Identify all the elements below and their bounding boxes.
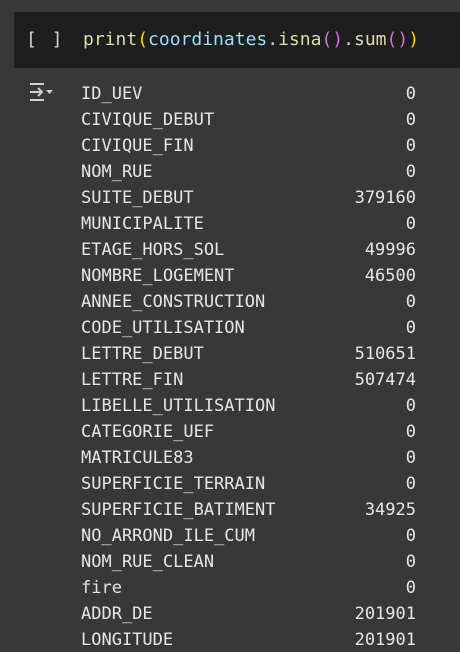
output-row: CATEGORIE_UEF 0 xyxy=(81,419,416,445)
code-token-paren: ) xyxy=(408,29,420,50)
code-token-call: () xyxy=(386,29,409,50)
output-collapse-icon[interactable] xyxy=(28,80,54,104)
run-cell-button[interactable]: [ ] xyxy=(26,28,65,52)
output-row: SUPERFICIE_BATIMENT 34925 xyxy=(81,497,416,523)
output-row: MUNICIPALITE 0 xyxy=(81,211,416,237)
null-count: 0 xyxy=(405,396,416,416)
output-series: ID_UEV 0 CIVIQUE_DEBUT 0 CIVIQUE_FIN 0 NOM_RUE… xyxy=(81,81,416,652)
null-count: 201901 xyxy=(354,604,416,624)
output-row: CIVIQUE_DEBUT 0 xyxy=(81,107,416,133)
output-row: CIVIQUE_FIN 0 xyxy=(81,133,416,159)
output-row: ID_UEV 0 xyxy=(81,81,416,107)
column-name: ETAGE_HORS_SOL xyxy=(81,240,225,260)
code-cell[interactable]: [ ] print(coordinates.isna().sum()) xyxy=(14,12,460,68)
null-count: 0 xyxy=(405,552,416,572)
null-count: 0 xyxy=(405,318,416,338)
column-name: SUITE_DEBUT xyxy=(81,188,194,208)
null-count: 0 xyxy=(405,526,416,546)
column-name: fire xyxy=(81,578,122,598)
null-count: 0 xyxy=(405,214,416,234)
output-row: LETTRE_FIN 507474 xyxy=(81,367,416,393)
column-name: SUPERFICIE_BATIMENT xyxy=(81,500,276,520)
column-name: NOMBRE_LOGEMENT xyxy=(81,266,235,286)
column-name: CIVIQUE_FIN xyxy=(81,136,194,156)
column-name: ID_UEV xyxy=(81,84,143,104)
null-count: 379160 xyxy=(354,188,416,208)
column-name: LONGITUDE xyxy=(81,630,174,650)
null-count: 0 xyxy=(405,162,416,182)
column-name: CIVIQUE_DEBUT xyxy=(81,110,215,130)
null-count: 0 xyxy=(405,84,416,104)
output-row: MATRICULE83 0 xyxy=(81,445,416,471)
output-row: SUITE_DEBUT 379160 xyxy=(81,185,416,211)
code-line[interactable]: print(coordinates.isna().sum()) xyxy=(83,28,419,52)
output-row: LIBELLE_UTILISATION 0 xyxy=(81,393,416,419)
code-token-dot: . xyxy=(343,29,354,50)
column-name: ANNEE_CONSTRUCTION xyxy=(81,292,266,312)
cell-output: ID_UEV 0 CIVIQUE_DEBUT 0 CIVIQUE_FIN 0 NOM_RUE… xyxy=(0,68,460,652)
null-count: 0 xyxy=(405,448,416,468)
null-count: 201901 xyxy=(354,630,416,650)
null-count: 0 xyxy=(405,136,416,156)
null-count: 0 xyxy=(405,110,416,130)
output-row: ADDR_DE 201901 xyxy=(81,601,416,627)
null-count: 34925 xyxy=(364,500,416,520)
column-name: LETTRE_DEBUT xyxy=(81,344,204,364)
output-row: NOM_RUE_CLEAN 0 xyxy=(81,549,416,575)
null-count: 0 xyxy=(405,292,416,312)
column-name: LETTRE_FIN xyxy=(81,370,184,390)
null-count: 510651 xyxy=(354,344,416,364)
code-token-dot: . xyxy=(267,29,279,50)
null-count: 0 xyxy=(405,474,416,494)
column-name: SUPERFICIE_TERRAIN xyxy=(81,474,266,494)
output-row: ETAGE_HORS_SOL 49996 xyxy=(81,237,416,263)
output-row: NO_ARROND_ILE_CUM 0 xyxy=(81,523,416,549)
output-row: NOM_RUE 0 xyxy=(81,159,416,185)
code-token-call: () xyxy=(321,29,344,50)
null-count: 0 xyxy=(405,578,416,598)
column-name: LIBELLE_UTILISATION xyxy=(81,396,276,416)
output-row: NOMBRE_LOGEMENT 46500 xyxy=(81,263,416,289)
output-row: ANNEE_CONSTRUCTION 0 xyxy=(81,289,416,315)
column-name: MATRICULE83 xyxy=(81,448,194,468)
code-token-variable: coordinates xyxy=(148,29,268,50)
code-token-method: sum xyxy=(353,29,387,50)
column-name: CATEGORIE_UEF xyxy=(81,422,215,442)
null-count: 46500 xyxy=(364,266,416,286)
output-row: LETTRE_DEBUT 510651 xyxy=(81,341,416,367)
column-name: MUNICIPALITE xyxy=(81,214,204,234)
output-row: CODE_UTILISATION 0 xyxy=(81,315,416,341)
code-token-paren: ( xyxy=(137,29,149,50)
output-row: LONGITUDE 201901 xyxy=(81,627,416,652)
column-name: NO_ARROND_ILE_CUM xyxy=(81,526,255,546)
code-token-method: isna xyxy=(278,29,322,50)
column-name: NOM_RUE xyxy=(81,162,153,182)
null-count: 0 xyxy=(405,422,416,442)
output-row: SUPERFICIE_TERRAIN 0 xyxy=(81,471,416,497)
column-name: ADDR_DE xyxy=(81,604,153,624)
null-count: 49996 xyxy=(364,240,416,260)
code-token-function: print xyxy=(83,29,138,50)
output-row: fire 0 xyxy=(81,575,416,601)
column-name: NOM_RUE_CLEAN xyxy=(81,552,215,572)
column-name: CODE_UTILISATION xyxy=(81,318,245,338)
null-count: 507474 xyxy=(354,370,416,390)
